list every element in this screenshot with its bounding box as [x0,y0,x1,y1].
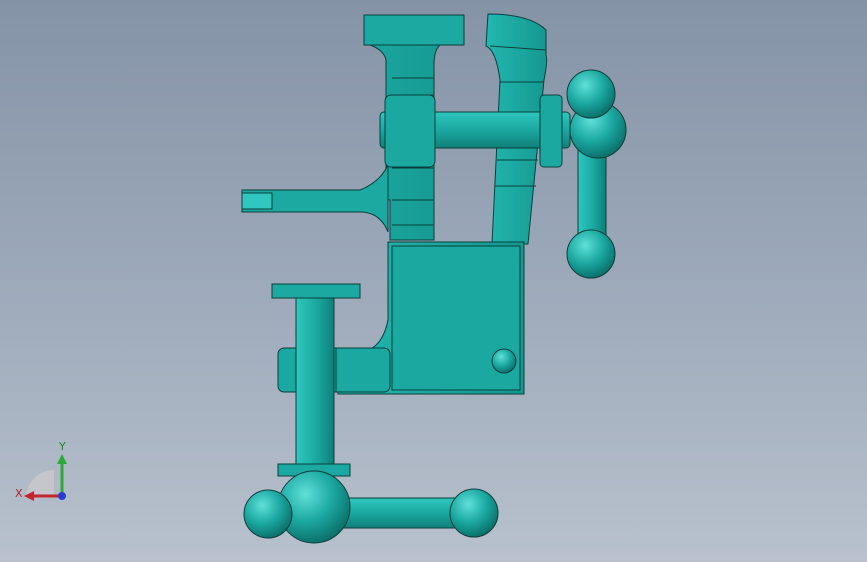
orientation-triad: Y X [14,440,74,510]
z-axis-dot [58,492,66,500]
graphics-viewport[interactable]: Y X [0,0,867,562]
y-axis-label: Y [59,440,66,453]
side-arm[interactable] [241,164,389,233]
lead-screw[interactable] [379,94,571,168]
screw-handle[interactable] [566,69,627,279]
vise-model[interactable] [0,0,867,562]
x-axis-label: X [15,487,23,500]
clamp-handle[interactable] [243,470,499,544]
